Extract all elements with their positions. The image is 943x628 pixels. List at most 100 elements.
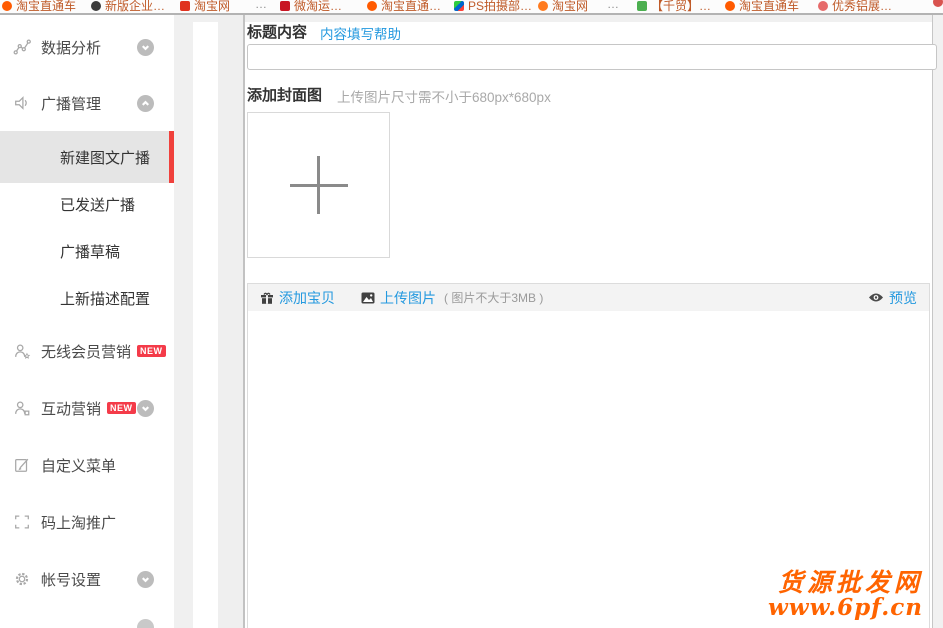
chevron-down-icon — [137, 39, 154, 56]
add-cover-image-label: 添加封面图 — [247, 84, 322, 105]
sidebar-item-label: 数据分析 — [41, 37, 101, 58]
chevron-up-icon — [137, 95, 154, 112]
bookmark-item[interactable]: 淘宝网 — [538, 0, 588, 13]
member-icon — [13, 342, 31, 360]
interact-icon — [13, 399, 31, 417]
bookmark-item[interactable]: 新版企业… — [91, 0, 165, 13]
app-area: 数据分析 广播管理 新建图文广播 已发送广播 广播草稿 上 — [0, 15, 943, 628]
new-badge: NEW — [107, 402, 136, 414]
add-item-button[interactable]: 添加宝贝 — [260, 288, 335, 308]
sidebar-item-interactive-marketing[interactable]: 互动营销 NEW — [0, 391, 174, 425]
bookmark-label: 淘宝直通车 — [739, 0, 799, 13]
sidebar-item-label: 已发送广播 — [60, 194, 135, 215]
editor-toolbar: 添加宝贝 上传图片 ( 图片不大于3MB ) — [247, 283, 930, 312]
bookmark-label: 微淘运… — [294, 0, 342, 13]
bookmark-overflow[interactable]: … — [255, 0, 267, 11]
bookmark-item[interactable]: 【千贸】… — [637, 0, 711, 13]
add-item-label: 添加宝贝 — [279, 288, 335, 308]
sidebar-item-sent-broadcasts[interactable]: 已发送广播 — [0, 187, 174, 221]
new-badge: NEW — [137, 345, 166, 357]
speaker-icon — [13, 94, 31, 112]
preview-label: 预览 — [889, 288, 917, 308]
red-sliver-icon — [933, 0, 943, 7]
cover-upload-box[interactable] — [247, 112, 390, 258]
chevron-partial-icon — [137, 619, 154, 628]
bookmark-label: 【千贸】… — [651, 0, 711, 13]
sidebar-item-label: 广播草稿 — [60, 241, 120, 262]
sidebar-item-qr-taobao-promotion[interactable]: 码上淘推广 — [0, 505, 174, 539]
bookmark-item[interactable]: 淘宝直通… — [367, 0, 441, 13]
dark-circle-icon — [91, 1, 101, 11]
sidebar-scrollbar-track[interactable] — [174, 15, 193, 628]
content-help-link[interactable]: 内容填写帮助 — [320, 23, 401, 43]
weitao-icon — [280, 1, 290, 11]
sidebar-item-broadcast-management[interactable]: 广播管理 — [0, 86, 174, 120]
overflow-dots: … — [255, 0, 267, 11]
eye-icon — [868, 292, 884, 303]
taobao-red-icon — [180, 1, 190, 11]
bookmark-label: 淘宝网 — [194, 0, 230, 13]
bookmark-item[interactable]: PS拍摄部… — [454, 0, 532, 13]
sidebar-item-label: 新建图文广播 — [60, 147, 150, 168]
sidebar-item-broadcast-drafts[interactable]: 广播草稿 — [0, 234, 174, 268]
bookmark-item[interactable] — [933, 0, 943, 7]
content-scrollbar-track[interactable] — [218, 15, 245, 628]
sidebar-item-label: 无线会员营销 — [41, 341, 131, 362]
qr-icon — [13, 513, 31, 531]
bookmark-item[interactable]: 微淘运… — [280, 0, 342, 13]
sidebar-item-new-item-description-config[interactable]: 上新描述配置 — [0, 281, 174, 315]
sidebar-nav: 数据分析 广播管理 新建图文广播 已发送广播 广播草稿 上 — [0, 15, 174, 628]
sidebar-item-new-image-text-broadcast[interactable]: 新建图文广播 — [0, 131, 174, 183]
pink-circle-icon — [818, 1, 828, 11]
title-input[interactable] — [247, 44, 937, 70]
watermark: 货源批发网 www.6pf.cn — [768, 570, 923, 620]
taobao-bubble-icon — [2, 1, 12, 11]
sidebar-item-label: 帐号设置 — [41, 569, 101, 590]
bookmark-item[interactable]: 优秀铝展… — [818, 0, 892, 13]
image-icon — [361, 292, 375, 304]
upload-image-button[interactable]: 上传图片 — [361, 288, 436, 308]
taobao-bubble-icon — [538, 1, 548, 11]
taobao-bubble-icon — [367, 1, 377, 11]
bookmark-item[interactable]: 淘宝直通车 — [2, 0, 76, 13]
bookmark-overflow[interactable]: … — [607, 0, 619, 11]
overflow-dots: … — [607, 0, 619, 11]
watermark-line1: 货源批发网 — [768, 570, 923, 596]
bookmark-label: 优秀铝展… — [832, 0, 892, 13]
selected-indicator-bar — [169, 131, 174, 183]
sidebar-item-label: 互动营销 — [41, 398, 101, 419]
sidebar-item-account-settings[interactable]: 帐号设置 — [0, 562, 174, 596]
upload-image-label: 上传图片 — [380, 288, 436, 308]
preview-button[interactable]: 预览 — [868, 288, 917, 308]
gift-icon — [260, 291, 274, 305]
bookmark-item[interactable]: 淘宝网 — [180, 0, 230, 13]
photoshop-icon — [454, 1, 464, 11]
page-scrollbar-track[interactable] — [932, 15, 943, 628]
watermark-line2: www.6pf.cn — [768, 596, 923, 620]
title-content-label: 标题内容 — [247, 21, 307, 42]
bookmark-label: 淘宝直通车 — [16, 0, 76, 13]
gear-icon — [13, 570, 31, 588]
browser-bookmarks-bar: 淘宝直通车 新版企业… 淘宝网 … 微淘运… 淘宝直通… PS拍摄部… 淘宝网 … — [0, 0, 943, 13]
upload-note: ( 图片不大于3MB ) — [444, 289, 543, 306]
sidebar-item-wireless-member-marketing[interactable]: 无线会员营销 NEW — [0, 334, 174, 368]
bookmark-label: 淘宝网 — [552, 0, 588, 13]
sidebar-item-custom-menu[interactable]: 自定义菜单 — [0, 448, 174, 482]
chevron-down-icon — [137, 400, 154, 417]
menu-edit-icon — [13, 456, 31, 474]
page: 淘宝直通车 新版企业… 淘宝网 … 微淘运… 淘宝直通… PS拍摄部… 淘宝网 … — [0, 0, 943, 628]
editor-body[interactable]: 货源批发网 www.6pf.cn — [247, 311, 930, 628]
sidebar-item-label: 自定义菜单 — [41, 455, 116, 476]
bookmark-label: PS拍摄部… — [468, 0, 532, 13]
sidebar-item-label: 上新描述配置 — [60, 288, 150, 309]
sidebar-item-label: 码上淘推广 — [41, 512, 116, 533]
sidebar-item-data-analysis[interactable]: 数据分析 — [0, 30, 174, 64]
bookmark-label: 新版企业… — [105, 0, 165, 13]
sidebar-item-label: 广播管理 — [41, 93, 101, 114]
green-square-icon — [637, 1, 647, 11]
bookmark-item[interactable]: 淘宝直通车 — [725, 0, 799, 13]
chart-icon — [13, 38, 31, 56]
taobao-bubble-icon — [725, 1, 735, 11]
chevron-down-icon — [137, 571, 154, 588]
cover-size-hint: 上传图片尺寸需不小于680px*680px — [337, 86, 551, 106]
